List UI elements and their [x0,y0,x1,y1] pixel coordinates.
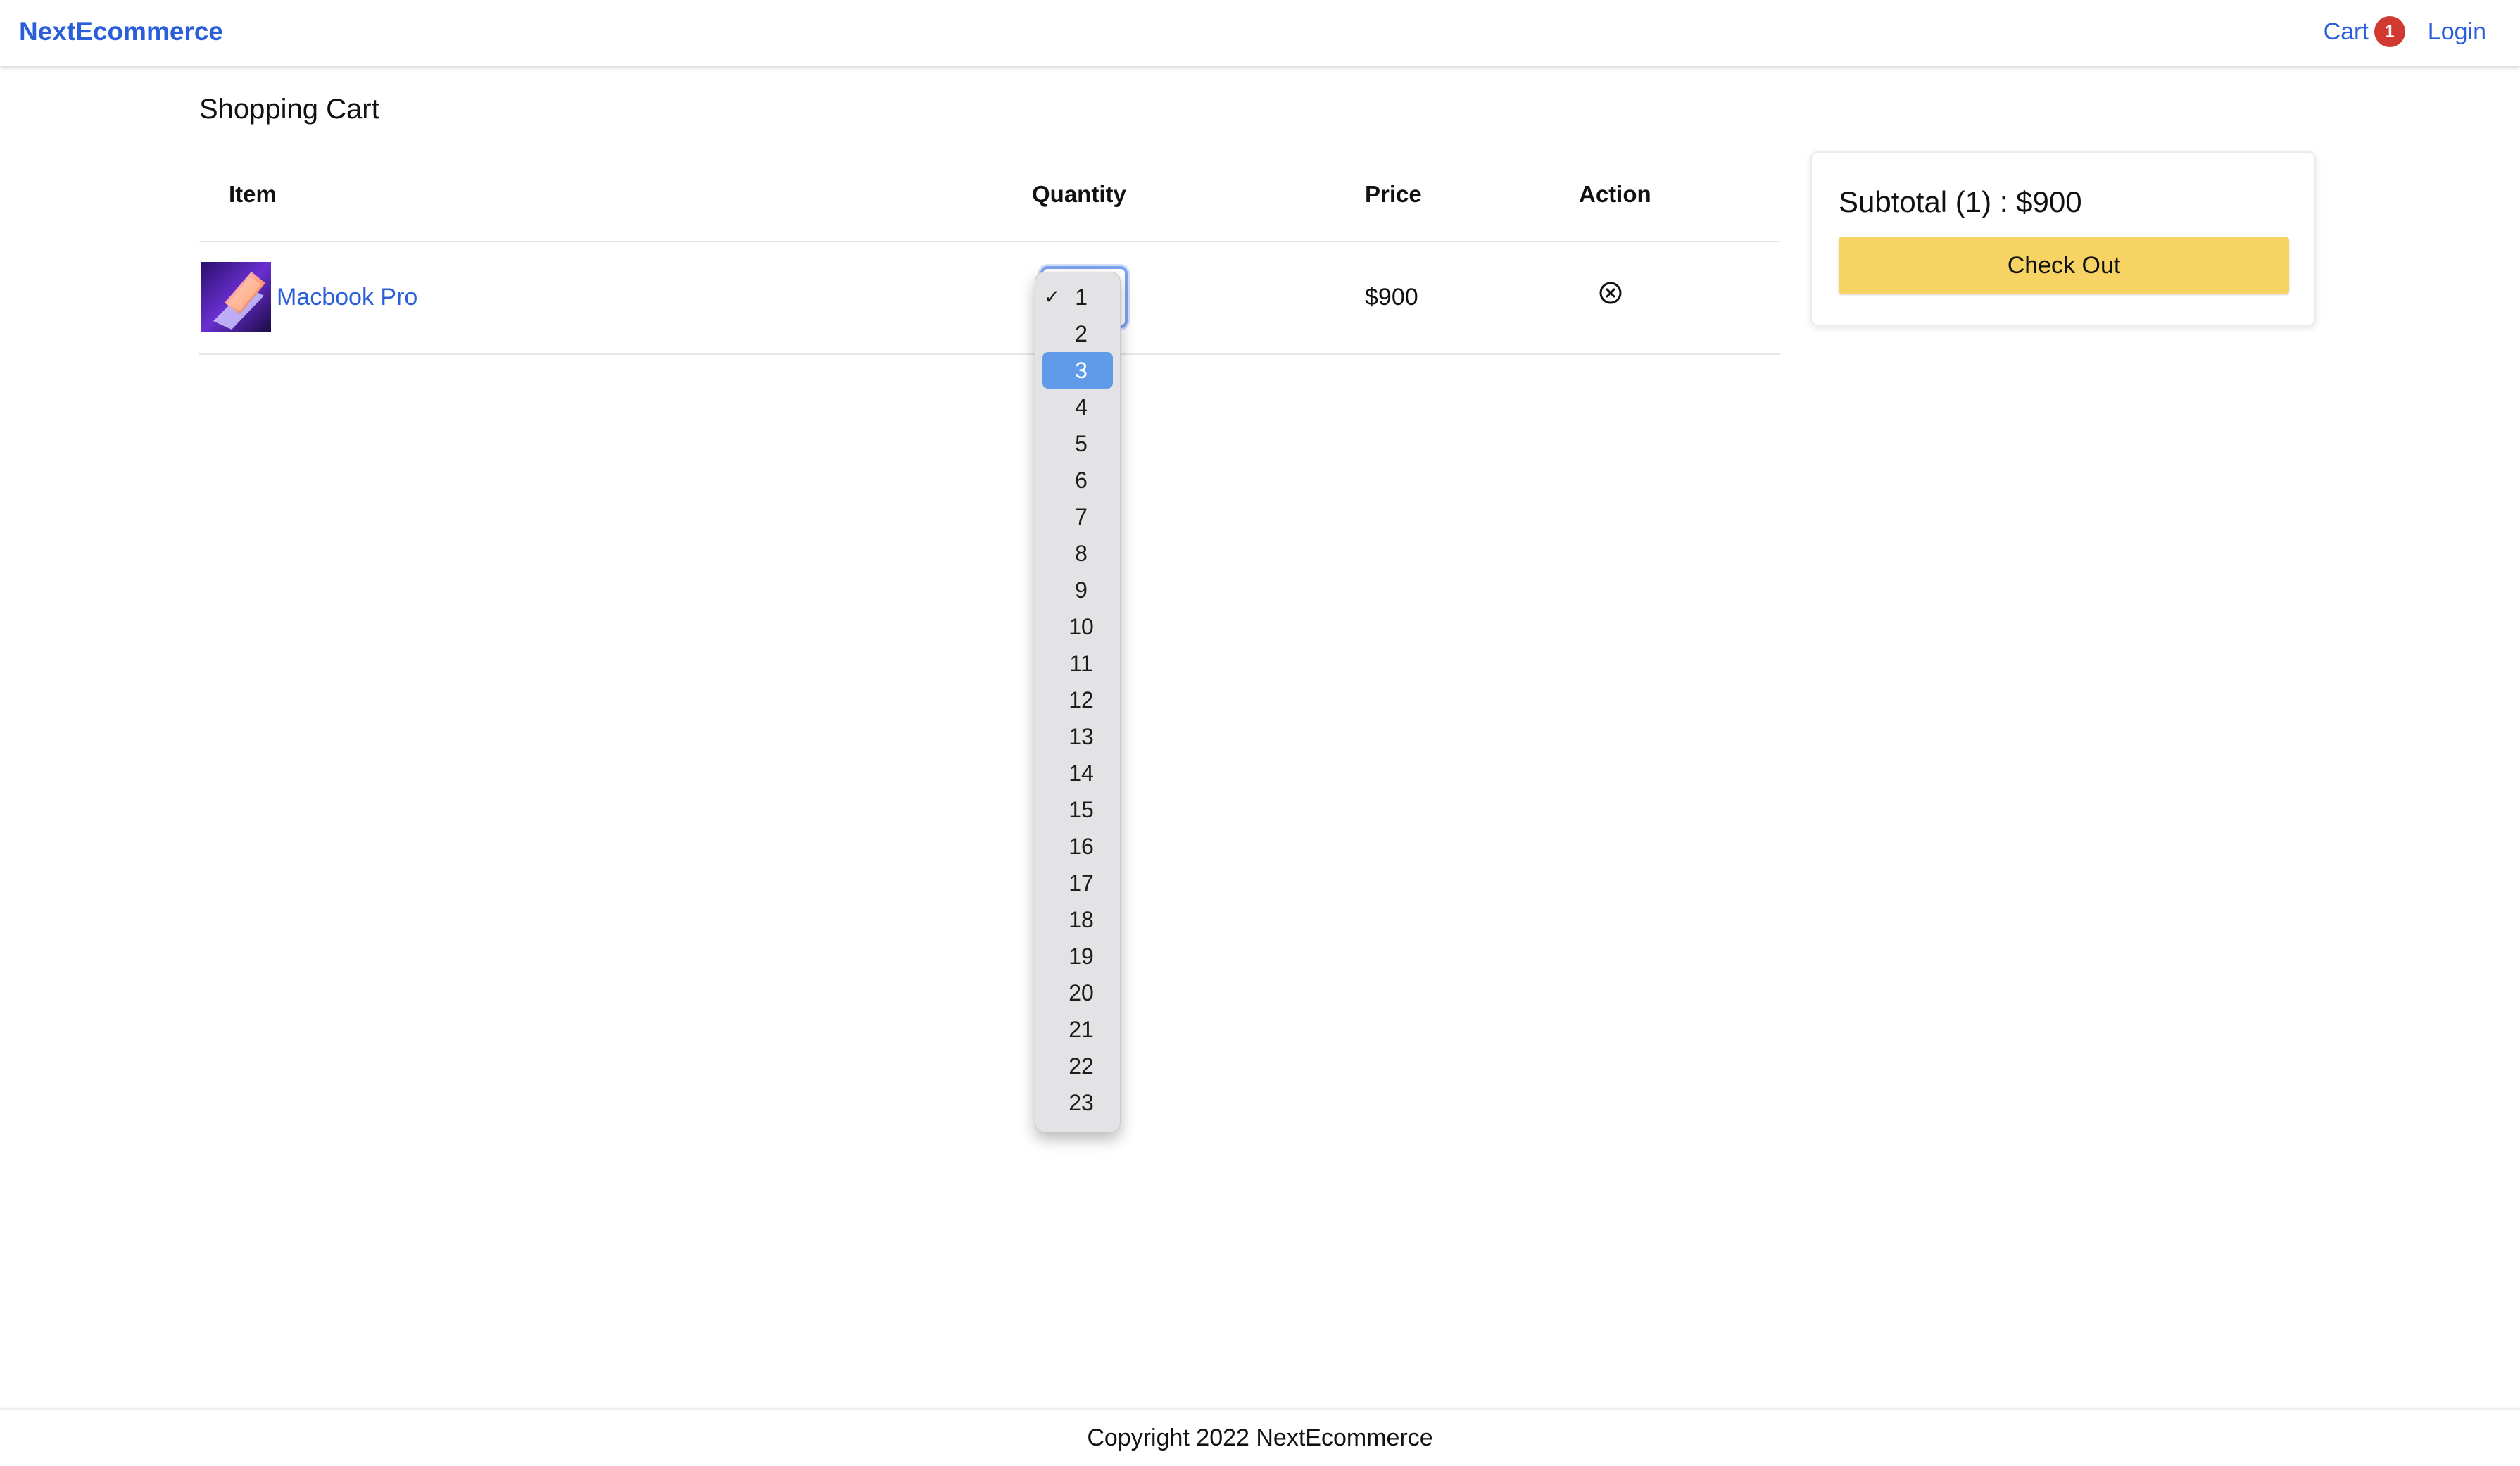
quantity-option[interactable]: 8 [1042,535,1113,572]
quantity-option[interactable]: 5 [1042,425,1113,462]
cart-count-badge: 1 [2374,16,2405,47]
cart-label: Cart [2323,18,2369,45]
quantity-option[interactable]: ✓ 1 [1042,279,1113,315]
product-link[interactable]: Macbook Pro [201,262,417,332]
quantity-dropdown-list: ✓ 1 2 3 4 5 6 7 8 9 10 11 12 13 14 15 16 … [1035,272,1121,1132]
quantity-option[interactable]: 15 [1042,791,1113,828]
quantity-option[interactable]: 18 [1042,901,1113,938]
quantity-option[interactable]: 13 [1042,718,1113,755]
column-header-item: Item [229,181,277,207]
checkmark-icon: ✓ [1044,286,1061,308]
quantity-option[interactable]: 16 [1042,828,1113,865]
column-header-quantity: Quantity [1032,181,1126,207]
quantity-option[interactable]: 2 [1042,315,1113,352]
quantity-option[interactable]: 9 [1042,572,1113,608]
cart-link[interactable]: Cart 1 [2324,16,2405,47]
circle-x-icon [1599,282,1622,304]
table-row: Macbook Pro $900 [199,242,1780,355]
quantity-option[interactable]: 17 [1042,865,1113,901]
quantity-option[interactable]: 14 [1042,755,1113,791]
quantity-option[interactable]: 23 [1042,1084,1113,1121]
quantity-option[interactable]: 12 [1042,682,1113,718]
quantity-option[interactable]: 4 [1042,389,1113,425]
product-name: Macbook Pro [277,283,418,311]
order-summary-card: Subtotal (1) : $900 Check Out [1810,151,2316,326]
column-header-price: Price [1365,181,1422,207]
page-title: Shopping Cart [199,94,379,125]
column-header-action: Action [1579,181,1651,207]
quantity-option[interactable]: 10 [1042,608,1113,645]
product-price: $900 [1365,284,1418,311]
remove-item-button[interactable] [1598,280,1623,306]
quantity-option[interactable]: 20 [1042,975,1113,1011]
quantity-option[interactable]: 21 [1042,1011,1113,1048]
cart-table: Item Quantity Price Action Macbook Pro $… [199,161,1780,355]
nav-right: Cart 1 Login [2324,15,2486,48]
subtotal-text: Subtotal (1) : $900 [1839,185,2082,218]
quantity-option[interactable]: 11 [1042,645,1113,682]
copyright-text: Copyright 2022 NextEcommerce [1087,1424,1433,1451]
login-link[interactable]: Login [2428,18,2486,46]
quantity-option-highlighted[interactable]: 3 [1042,352,1113,389]
checkout-button[interactable]: Check Out [1839,237,2289,294]
table-header-row: Item Quantity Price Action [199,161,1780,242]
footer: Copyright 2022 NextEcommerce [0,1408,2520,1466]
navbar: NextEcommerce Cart 1 Login [0,0,2520,66]
quantity-option[interactable]: 7 [1042,499,1113,535]
quantity-option[interactable]: 19 [1042,938,1113,975]
brand-logo-link[interactable]: NextEcommerce [19,15,223,48]
quantity-option[interactable]: 6 [1042,462,1113,499]
quantity-option[interactable]: 22 [1042,1048,1113,1084]
product-thumbnail [201,262,271,332]
